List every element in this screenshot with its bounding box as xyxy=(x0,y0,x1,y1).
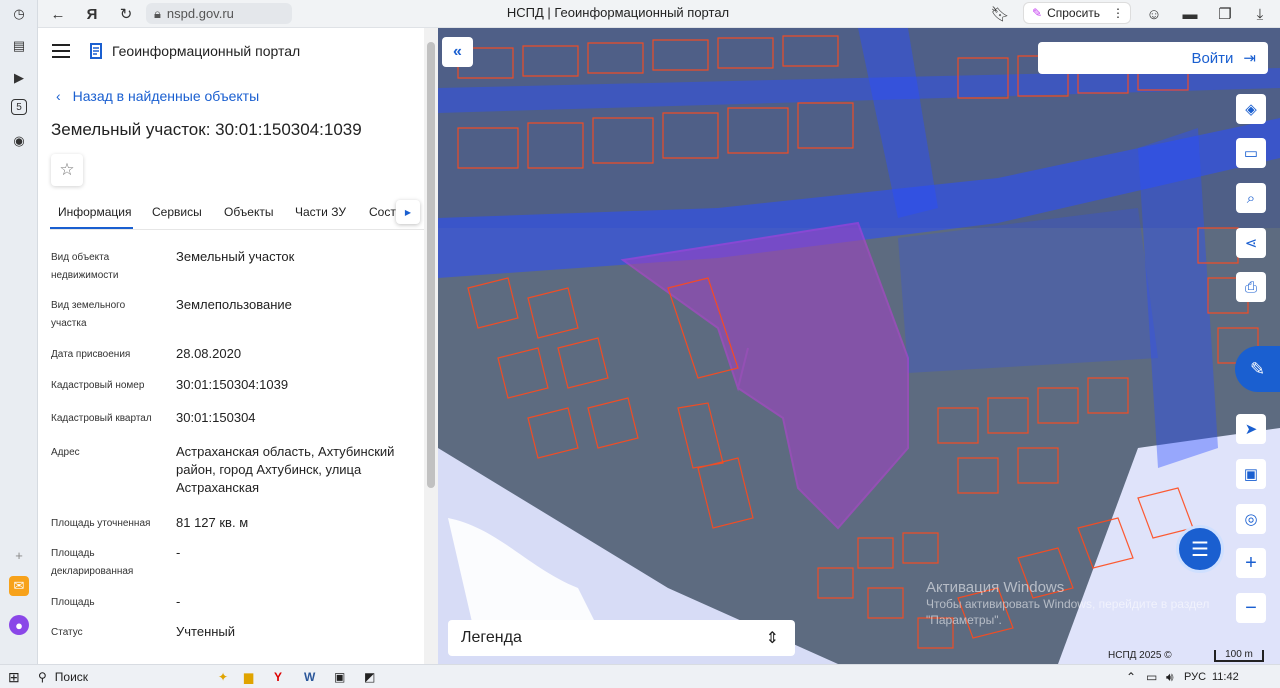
zoom-in-icon[interactable]: + xyxy=(1236,548,1266,578)
url-text: nspd.gov.ru xyxy=(166,6,234,21)
prop-value: Земельный участок xyxy=(176,249,295,264)
window-icon[interactable]: ❐ xyxy=(1215,4,1235,24)
service-badge-icon[interactable]: ✎ xyxy=(1235,346,1280,392)
yandex-icon[interactable]: Я xyxy=(82,4,102,24)
active-tab-indicator xyxy=(50,227,133,229)
expand-collapse-icon: ⇕ xyxy=(765,630,779,647)
tab-services[interactable]: Сервисы xyxy=(152,205,202,219)
back-arrow-icon[interactable]: ← xyxy=(48,4,68,24)
prop-label: Вид объекта недвижимости xyxy=(51,252,119,281)
screenshot-icon[interactable]: ◉ xyxy=(9,131,29,151)
app-window-icon[interactable]: ▣ xyxy=(334,668,345,686)
copyright: НСПД 2025 © xyxy=(1108,650,1172,661)
tab-objects[interactable]: Объекты xyxy=(224,205,274,219)
scrollbar-thumb[interactable] xyxy=(427,42,435,488)
lock-icon: 🔒︎ xyxy=(154,5,161,21)
prop-value: 81 127 кв. м xyxy=(176,515,249,530)
prop-value: 28.08.2020 xyxy=(176,346,242,361)
map-view[interactable]: « Войти ⇥ ◈ ▭ ⌕ ⋖ ⎙ ✎ ➤ ▣ ◎ + − ☰ Актива… xyxy=(438,28,1280,664)
prop-value: - xyxy=(176,545,181,560)
chevron-left-icon: ‹ xyxy=(56,88,61,104)
ask-icon: ✎ xyxy=(1032,6,1043,20)
prop-label: Дата присвоения xyxy=(51,349,131,360)
history-icon[interactable]: ◷ xyxy=(9,4,29,24)
prop-label: Площадь xyxy=(51,597,95,608)
collapse-panel-button[interactable]: « xyxy=(442,37,473,67)
prop-label: Кадастровый номер xyxy=(51,380,145,391)
portal-title: Геоинформационный портал xyxy=(112,43,301,59)
windows-activation-watermark: Активация Windows Чтобы активировать Win… xyxy=(926,579,1210,628)
tab-parts[interactable]: Части ЗУ xyxy=(295,205,346,219)
object-title: Земельный участок: 30:01:150304:1039 xyxy=(51,120,362,139)
scale-bar: 100 m xyxy=(1214,650,1264,662)
legend-dropdown[interactable]: Легенда ⇕ xyxy=(448,620,795,656)
info-panel: Геоинформационный портал ‹ Назад в найде… xyxy=(38,28,424,664)
prop-label: Адрес xyxy=(51,447,80,458)
volume-icon[interactable]: 🔊︎ xyxy=(1166,668,1174,686)
prop-label: Площадь уточненная xyxy=(51,518,151,529)
profile-icon[interactable]: ☺ xyxy=(1144,4,1164,24)
tab-information[interactable]: Информация xyxy=(58,205,131,219)
more-vertical-icon[interactable]: ⋮ xyxy=(1112,6,1124,20)
back-to-results-link[interactable]: ‹ Назад в найденные объекты xyxy=(56,88,259,104)
word-icon[interactable]: W xyxy=(304,668,315,686)
prop-label: Вид земельного участка xyxy=(51,300,126,329)
prop-value: 30:01:150304 xyxy=(176,410,256,425)
status-value: Учтенный xyxy=(176,624,236,639)
prop-value: 30:01:150304:1039 xyxy=(176,377,289,392)
browser-toolbar: ← Я ↻ 🔒︎ nspd.gov.ru НСПД | Геоинформаци… xyxy=(38,0,1280,28)
video-icon[interactable]: ▶ xyxy=(9,68,29,88)
prop-value: Землепользование xyxy=(176,297,292,312)
yandex-browser-icon[interactable]: Y xyxy=(274,668,282,686)
clock[interactable]: 11:42 xyxy=(1212,668,1239,686)
browser-side-rail: ◷ ▤ ▶ 5 ◉ + ✉ ● xyxy=(0,0,38,664)
chat-icon[interactable]: ☰ xyxy=(1176,525,1224,573)
add-icon[interactable]: + xyxy=(9,545,29,565)
bookmark-icon[interactable]: 🔖︎ xyxy=(990,4,1010,24)
layers-icon[interactable]: ◈ xyxy=(1236,94,1266,124)
tabs-scroll-right-icon[interactable]: ▶ xyxy=(396,200,420,224)
favorite-star-icon[interactable]: ☆ xyxy=(51,154,83,186)
login-icon: ⇥ xyxy=(1243,50,1256,67)
my-location-icon[interactable]: ➤ xyxy=(1236,414,1266,444)
mail-icon[interactable]: ✉ xyxy=(9,576,29,596)
prop-value: - xyxy=(176,594,181,609)
extension-icon[interactable]: ▬ xyxy=(1180,4,1200,24)
address-value: Астраханская область, Ахтубинский район,… xyxy=(176,444,395,495)
taskbar-search[interactable]: ⚲ Поиск ✦ xyxy=(38,668,228,686)
print-icon[interactable]: ⎙ xyxy=(1236,272,1266,302)
sparkle-icon: ✦ xyxy=(217,670,228,684)
prop-label: Кадастровый квартал xyxy=(51,413,152,424)
menu-icon[interactable] xyxy=(52,44,70,58)
prop-label: Статус xyxy=(51,627,83,638)
panel-scrollbar[interactable] xyxy=(424,28,438,664)
tabs-count-icon[interactable]: 5 xyxy=(11,99,27,115)
address-bar[interactable]: 🔒︎ nspd.gov.ru xyxy=(146,3,292,24)
alice-icon[interactable]: ● xyxy=(9,615,29,635)
search-icon: ⚲ xyxy=(38,670,47,684)
language-indicator[interactable]: РУС xyxy=(1184,668,1206,686)
login-button[interactable]: Войти ⇥ xyxy=(1038,42,1268,74)
page-title: НСПД | Геоинформационный портал xyxy=(506,5,730,20)
file-explorer-icon[interactable]: ▆ xyxy=(244,668,253,686)
prop-label: Площадь декларированная xyxy=(51,548,134,577)
network-icon[interactable]: ▭ xyxy=(1146,668,1157,686)
area-search-icon[interactable]: ⌕ xyxy=(1236,183,1266,213)
geolocate-icon[interactable]: ◎ xyxy=(1236,504,1266,534)
collections-icon[interactable]: ▤ xyxy=(9,36,29,56)
map-canvas[interactable] xyxy=(438,28,1280,664)
taskbar: ⊞ ⚲ Поиск ✦ ▆ Y W ▣ ◩ ⌃ ▭ 🔊︎ РУС 11:42 xyxy=(0,664,1280,688)
minimap-icon[interactable]: ▣ xyxy=(1236,459,1266,489)
reload-icon[interactable]: ↻ xyxy=(116,4,136,24)
download-icon[interactable]: ⤓ xyxy=(1250,4,1270,24)
app-icon[interactable]: ◩ xyxy=(364,668,375,686)
tab-bar: Информация Сервисы Объекты Части ЗУ Сост… xyxy=(50,200,424,230)
windows-start-icon[interactable]: ⊞ xyxy=(8,668,20,686)
share-icon[interactable]: ⋖ xyxy=(1236,228,1266,258)
ask-button[interactable]: ✎ Спросить ⋮ xyxy=(1023,2,1131,24)
tray-chevron-icon[interactable]: ⌃ xyxy=(1126,668,1136,686)
portal-logo-icon xyxy=(90,43,102,59)
ruler-icon[interactable]: ▭ xyxy=(1236,138,1266,168)
